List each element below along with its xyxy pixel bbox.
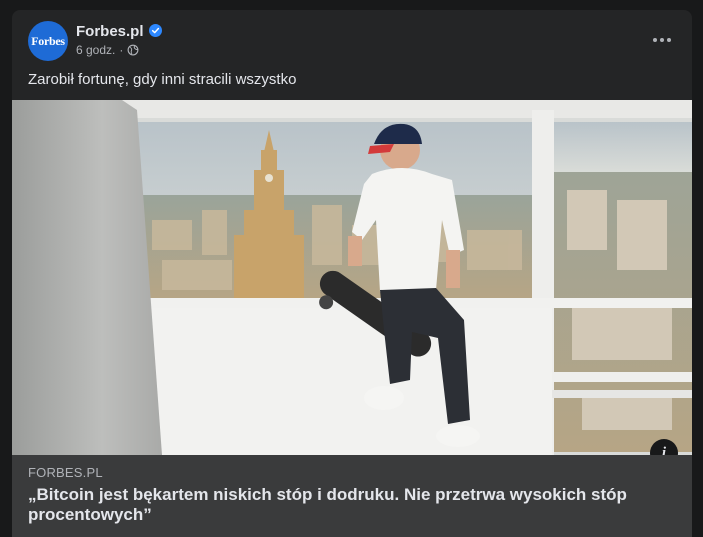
meta-separator: ·	[119, 43, 124, 57]
page-name-link[interactable]: Forbes.pl	[76, 23, 144, 40]
post-meta: 6 godz. ·	[76, 43, 139, 57]
post-image[interactable]: i	[12, 100, 692, 455]
post-card: Forbes Forbes.pl 6 godz. · Zarobił fortu…	[12, 10, 692, 537]
more-options-button[interactable]	[648, 28, 676, 52]
post-timestamp[interactable]: 6 godz.	[76, 43, 115, 57]
verified-badge-icon	[149, 24, 162, 37]
avatar[interactable]: Forbes	[28, 21, 68, 61]
photo-illustration	[12, 100, 692, 455]
post-header: Forbes Forbes.pl 6 godz. ·	[12, 10, 692, 70]
link-headline[interactable]: „Bitcoin jest bękartem niskich stóp i do…	[28, 485, 668, 525]
avatar-text: Forbes	[31, 33, 65, 48]
post-text: Zarobił fortunę, gdy inni stracili wszys…	[28, 71, 297, 88]
link-preview[interactable]: FORBES.PL „Bitcoin jest bękartem niskich…	[12, 455, 692, 537]
info-icon: i	[661, 444, 667, 456]
globe-icon	[127, 44, 139, 56]
more-options-icon	[653, 38, 657, 42]
link-domain: FORBES.PL	[28, 465, 103, 480]
